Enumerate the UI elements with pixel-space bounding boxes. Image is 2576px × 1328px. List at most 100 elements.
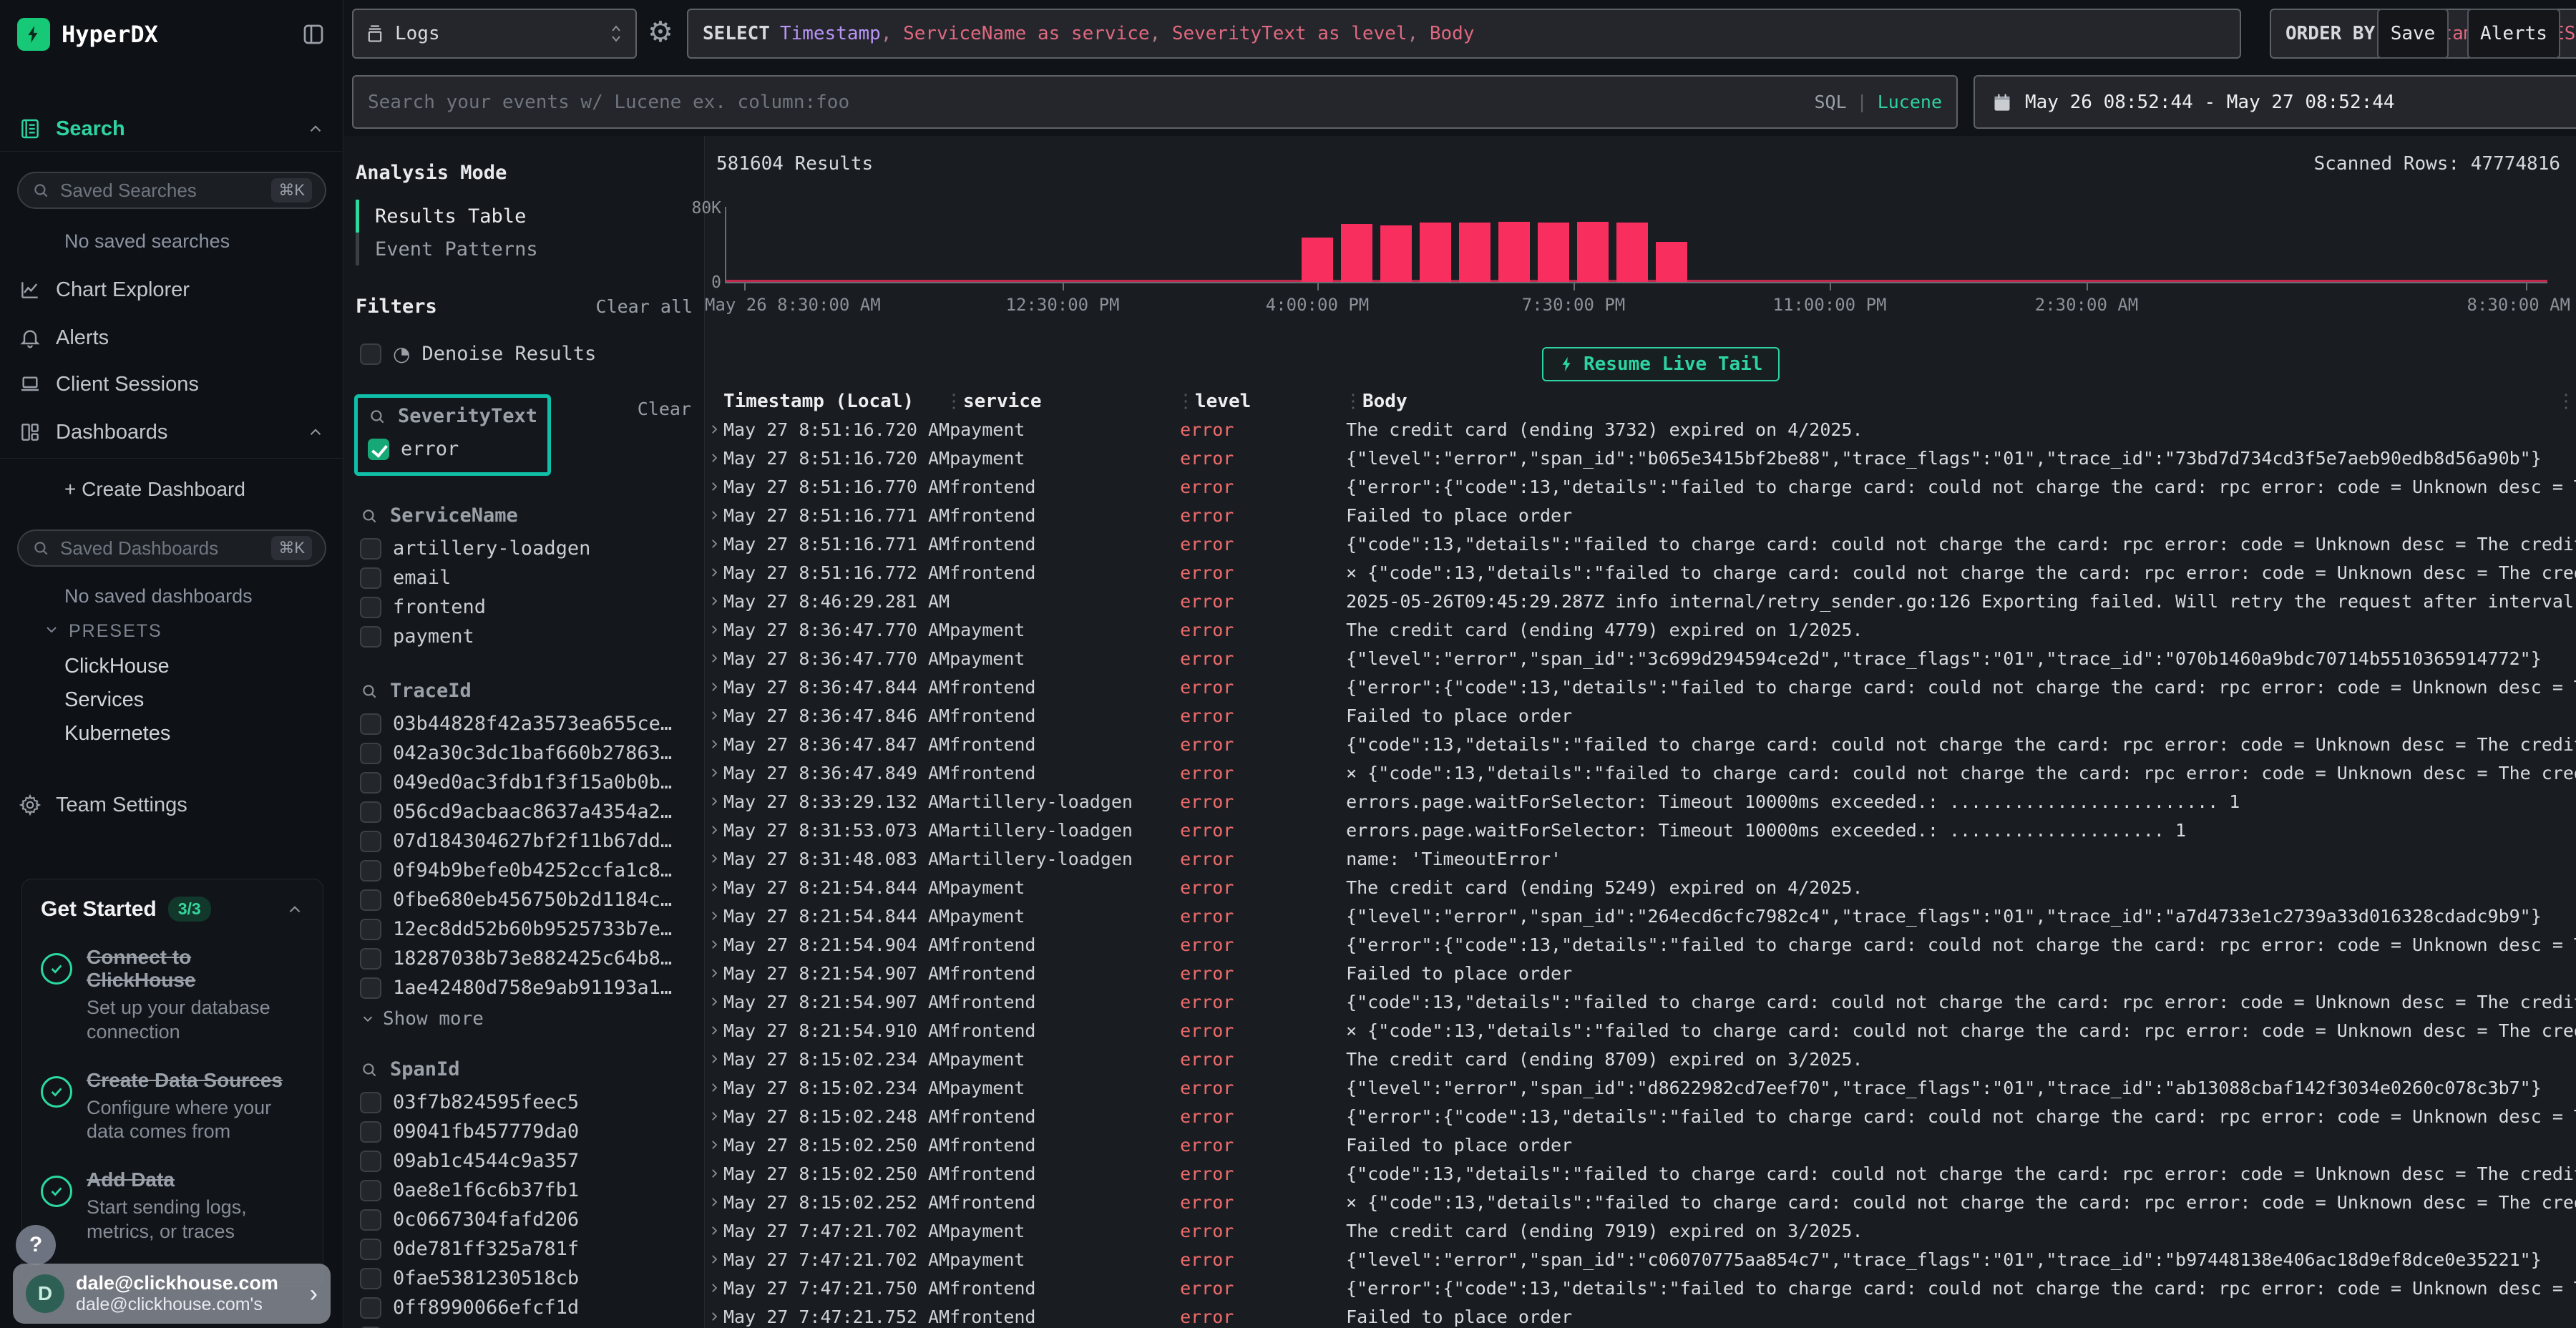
saved-searches-input[interactable]: Saved Searches ⌘K [17,172,326,209]
column-header-body[interactable]: Body [1362,391,2556,412]
row-expand-icon[interactable] [705,909,723,922]
source-select[interactable]: Logs [352,9,637,59]
log-row[interactable]: May 27 8:51:16.772 AMfrontenderror× {"co… [705,558,2576,587]
sidebar-collapse-icon[interactable] [301,21,326,47]
filter-checkbox-item[interactable]: 1ae42480d758e9ab91193a1… [360,973,704,1002]
row-expand-icon[interactable] [705,652,723,665]
row-expand-icon[interactable] [705,509,723,522]
filter-checkbox[interactable] [360,1209,381,1231]
presets-toggle[interactable]: PRESETS [43,621,162,642]
log-row[interactable]: May 27 8:21:54.907 AMfrontenderrorFailed… [705,959,2576,987]
create-dashboard-button[interactable]: + Create Dashboard [64,478,245,501]
sidebar-item-dashboards[interactable]: Dashboards [0,411,343,454]
row-expand-icon[interactable] [705,623,723,636]
row-expand-icon[interactable] [705,967,723,980]
row-expand-icon[interactable] [705,1053,723,1065]
filter-checkbox[interactable] [360,889,381,911]
filter-checkbox[interactable] [360,1092,381,1113]
column-grip-icon[interactable]: ⋮ [945,391,963,412]
search-input[interactable]: Search your events w/ Lucene ex. column:… [352,75,1958,129]
log-row[interactable]: May 27 8:36:47.846 AMfrontenderrorFailed… [705,701,2576,730]
row-expand-icon[interactable] [705,1024,723,1037]
select-clause-input[interactable]: SELECT Timestamp, ServiceName as service… [687,9,2241,59]
filter-checkbox-item[interactable]: 0c0667304fafd206 [360,1205,704,1234]
row-expand-icon[interactable] [705,451,723,464]
lang-sql[interactable]: SQL [1814,92,1846,112]
log-row[interactable]: May 27 8:51:16.771 AMfrontenderror{"code… [705,529,2576,558]
log-row[interactable]: May 27 8:36:47.770 AMpaymenterrorThe cre… [705,615,2576,644]
filter-checkbox-item[interactable]: error [368,434,537,464]
filter-checkbox-item[interactable]: 0de781ff325a781f [360,1234,704,1264]
chevron-up-icon[interactable] [286,900,304,919]
filter-checkbox-item[interactable]: 0f94b9befe0b4252ccfa1c8… [360,856,704,885]
log-row[interactable]: May 27 7:47:21.750 AMfrontenderror{"erro… [705,1274,2576,1302]
column-header-service[interactable]: service [963,391,1176,412]
row-expand-icon[interactable] [705,1196,723,1209]
sidebar-item-alerts[interactable]: Alerts [0,316,343,359]
lang-lucene[interactable]: Lucene [1878,92,1942,112]
analysis-mode-option[interactable]: Results Table [356,200,704,233]
histogram-bar[interactable] [1498,222,1530,282]
histogram-bar[interactable] [1459,223,1491,282]
histogram-bar[interactable] [1656,242,1687,282]
filter-checkbox[interactable] [360,919,381,940]
filter-checkbox-item[interactable]: 056cd9acbaac8637a4354a2… [360,797,704,826]
row-expand-icon[interactable] [705,537,723,550]
log-row[interactable]: May 27 8:31:53.073 AMartillery-loadgener… [705,816,2576,844]
get-started-item[interactable]: Connect to ClickHouseSet up your databas… [41,946,304,1045]
filter-checkbox-item[interactable]: 0fae5381230518cb [360,1264,704,1293]
filter-checkbox[interactable] [360,743,381,764]
filter-checkbox-item[interactable]: 0ff8990066efcf1d [360,1293,704,1322]
help-button[interactable]: ? [16,1225,56,1265]
log-row[interactable]: May 27 8:33:29.132 AMartillery-loadgener… [705,787,2576,816]
filter-checkbox-item[interactable]: payment [360,622,704,651]
chevron-up-icon[interactable] [306,119,325,138]
row-expand-icon[interactable] [705,566,723,579]
get-started-item[interactable]: Create Data SourcesConfigure where your … [41,1069,304,1145]
log-row[interactable]: May 27 8:15:02.234 AMpaymenterrorThe cre… [705,1045,2576,1073]
log-row[interactable]: May 27 8:51:16.771 AMfrontenderrorFailed… [705,501,2576,529]
sidebar-item-chart-explorer[interactable]: Chart Explorer [0,268,343,311]
source-settings-gear-icon[interactable]: ⚙ [648,16,673,49]
filter-checkbox-item[interactable]: 12ec8dd52b60b9525733b7e… [360,914,704,944]
row-expand-icon[interactable] [705,881,723,894]
user-account-button[interactable]: D dale@clickhouse.com dale@clickhouse.co… [13,1264,331,1324]
row-expand-icon[interactable] [705,595,723,607]
histogram-bar[interactable] [1380,225,1412,282]
log-row[interactable]: May 27 8:21:54.910 AMfrontenderror× {"co… [705,1016,2576,1045]
filter-group-clear-button[interactable]: Clear [638,399,691,419]
row-expand-icon[interactable] [705,1138,723,1151]
log-row[interactable]: May 27 8:46:29.281 AMerror2025-05-26T09:… [705,587,2576,615]
row-expand-icon[interactable] [705,680,723,693]
denoise-results-toggle[interactable]: ◔ Denoise Results [360,342,704,366]
filter-checkbox[interactable] [360,801,381,823]
filter-checkbox[interactable] [360,860,381,882]
filter-checkbox[interactable] [360,948,381,970]
histogram-bar[interactable] [1420,223,1451,282]
filter-checkbox-item[interactable]: 03f7b824595feec5 [360,1088,704,1117]
preset-clickhouse[interactable]: ClickHouse [64,655,170,678]
column-grip-icon[interactable]: ⋮ [1344,391,1362,412]
row-expand-icon[interactable] [705,480,723,493]
row-expand-icon[interactable] [705,938,723,951]
histogram-bar[interactable] [1538,223,1569,282]
log-row[interactable]: May 27 8:36:47.847 AMfrontenderror{"code… [705,730,2576,758]
preset-services[interactable]: Services [64,688,144,712]
histogram-bar[interactable] [1302,238,1333,282]
log-row[interactable]: May 27 8:21:54.844 AMpaymenterror{"level… [705,902,2576,930]
results-histogram[interactable]: May 26 8:30:00 AM12:30:00 PM4:00:00 PM7:… [705,136,2576,315]
column-header-level[interactable]: level [1195,391,1344,412]
log-row[interactable]: May 27 8:31:48.083 AMartillery-loadgener… [705,844,2576,873]
log-row[interactable]: May 27 8:15:02.250 AMfrontenderror{"code… [705,1159,2576,1188]
row-expand-icon[interactable] [705,1253,723,1266]
row-expand-icon[interactable] [705,766,723,779]
log-row[interactable]: May 27 8:21:54.904 AMfrontenderror{"erro… [705,930,2576,959]
analysis-mode-option[interactable]: Event Patterns [356,233,704,265]
filter-checkbox-item[interactable]: 07d184304627bf2f11b67dd… [360,826,704,856]
time-range-picker[interactable]: May 26 08:52:44 - May 27 08:52:44 [1974,75,2576,129]
filter-checkbox[interactable] [360,567,381,589]
sidebar-item-client-sessions[interactable]: Client Sessions [0,363,343,406]
filter-checkbox-item[interactable]: 09ab1c4544c9a357 [360,1146,704,1176]
log-row[interactable]: May 27 8:15:02.248 AMfrontenderror{"erro… [705,1102,2576,1131]
log-row[interactable]: May 27 8:36:47.844 AMfrontenderror{"erro… [705,673,2576,701]
